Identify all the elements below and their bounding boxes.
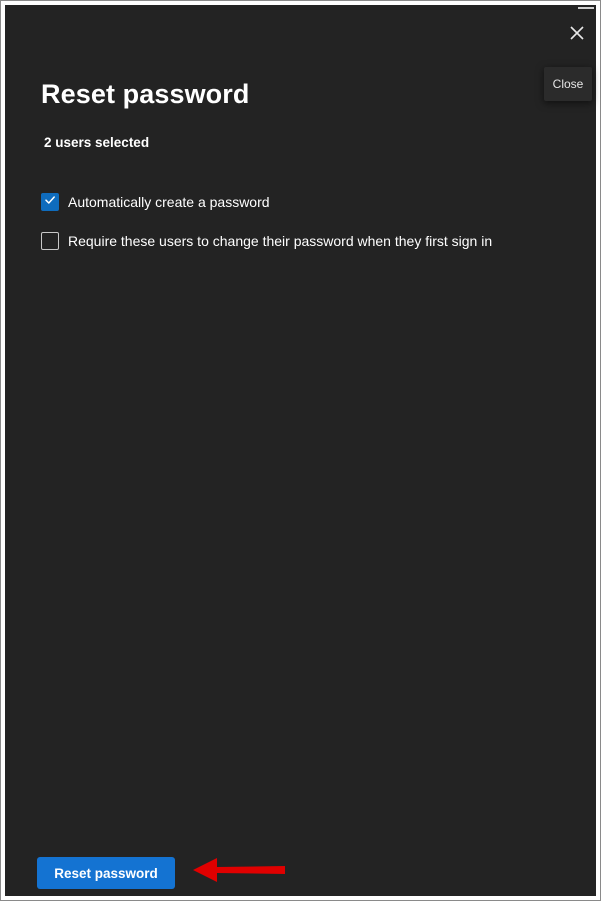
- auto-create-password-option[interactable]: Automatically create a password: [41, 193, 270, 211]
- auto-create-password-label: Automatically create a password: [68, 194, 270, 210]
- require-change-password-checkbox[interactable]: [41, 232, 59, 250]
- close-icon: [570, 25, 584, 45]
- require-change-password-option[interactable]: Require these users to change their pass…: [41, 232, 492, 250]
- top-edge-strip: [578, 7, 594, 9]
- reset-password-panel: Close Reset password 2 users selected Au…: [5, 5, 596, 896]
- reset-password-button[interactable]: Reset password: [37, 857, 175, 889]
- checkmark-icon: [44, 193, 56, 211]
- close-tooltip: Close: [544, 67, 592, 101]
- close-button[interactable]: [561, 19, 593, 51]
- panel-title: Reset password: [41, 79, 250, 109]
- require-change-password-label: Require these users to change their pass…: [68, 233, 493, 249]
- selection-count: 2 users selected: [44, 135, 150, 150]
- screenshot-frame: Close Reset password 2 users selected Au…: [0, 0, 601, 901]
- auto-create-password-checkbox[interactable]: [41, 193, 59, 211]
- red-arrow-icon: [191, 854, 291, 891]
